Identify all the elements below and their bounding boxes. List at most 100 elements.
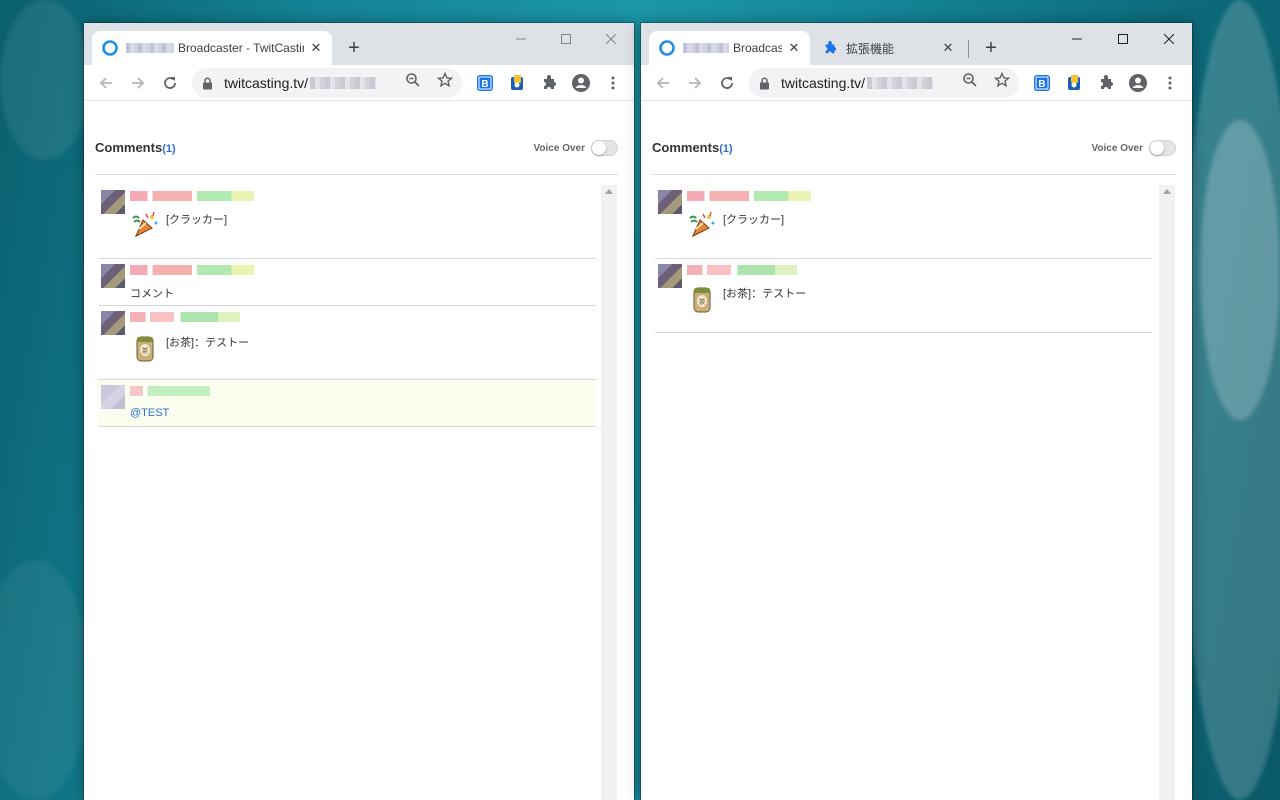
water-highlight	[0, 560, 90, 800]
comment-item: [クラッカー]	[98, 185, 596, 259]
extension-b-icon[interactable]: B	[473, 71, 497, 95]
arrow-left-icon[interactable]	[651, 71, 675, 95]
voice-over-toggle[interactable]	[1149, 140, 1176, 156]
comments-count: (1)	[719, 143, 733, 155]
voice-over-label: Voice Over	[1091, 142, 1143, 154]
browser-toolbar: twitcasting.tv/ B	[641, 65, 1192, 101]
comment-item: [クラッカー]	[655, 185, 1152, 259]
arrow-left-icon[interactable]	[94, 71, 118, 95]
puzzle-icon[interactable]	[537, 71, 561, 95]
minimize-button[interactable]	[498, 27, 544, 51]
svg-text:茶: 茶	[142, 346, 149, 355]
new-tab-button[interactable]: +	[342, 37, 366, 61]
lock-icon	[759, 76, 771, 90]
twitcasting-favicon-icon	[102, 40, 118, 56]
voice-over-control: Voice Over	[533, 140, 618, 156]
browser-window-right: Broadcaster ✕ 拡張機能 ✕ + twitcasting.tv/	[641, 23, 1192, 800]
avatar	[101, 385, 125, 409]
comment-text: [クラッカー]	[166, 214, 228, 226]
reload-icon[interactable]	[715, 71, 739, 95]
water-highlight	[0, 0, 90, 160]
scroll-up-icon[interactable]	[1163, 189, 1171, 194]
tab-twitcasting[interactable]: Broadcaster ✕	[649, 31, 810, 65]
account-icon[interactable]	[1126, 71, 1150, 95]
zoom-icon[interactable]	[402, 69, 424, 91]
tab-title: 拡張機能	[846, 41, 895, 56]
browser-toolbar: twitcasting.tv/ B	[84, 65, 634, 101]
close-window-button[interactable]	[1146, 27, 1192, 51]
username-blurred	[687, 191, 811, 201]
arrow-right-icon[interactable]	[683, 71, 707, 95]
scroll-up-icon[interactable]	[605, 189, 613, 194]
comment-text: [お茶]：テストー	[166, 337, 250, 349]
voice-over-label: Voice Over	[533, 142, 585, 154]
zoom-icon[interactable]	[959, 69, 981, 91]
tab-title-blurred	[683, 43, 729, 53]
comments-header: Comments(1) Voice Over	[652, 138, 1176, 158]
username-blurred	[130, 265, 254, 275]
comments-title: Comments	[652, 140, 720, 155]
puzzle-icon[interactable]	[1094, 71, 1118, 95]
comment-text: コメント	[130, 288, 174, 300]
avatar	[658, 264, 682, 288]
svg-text:B: B	[1038, 79, 1045, 90]
voice-over-toggle[interactable]	[591, 140, 618, 156]
comment-text: [お茶]：テストー	[723, 288, 807, 300]
cracker-icon	[130, 210, 160, 240]
tab-extensions[interactable]: 拡張機能 ✕	[812, 31, 964, 65]
close-icon[interactable]: ✕	[940, 40, 956, 56]
minimize-button[interactable]	[1054, 27, 1100, 51]
kebab-menu-icon[interactable]	[601, 71, 625, 95]
avatar	[101, 311, 125, 335]
tab-twitcasting[interactable]: Broadcaster - TwitCasting ✕	[92, 31, 332, 65]
close-window-button[interactable]	[588, 27, 634, 51]
lock-icon	[202, 76, 214, 90]
comments-header: Comments(1) Voice Over	[95, 138, 618, 158]
kebab-menu-icon[interactable]	[1158, 71, 1182, 95]
comment-item-mention: @TEST	[98, 380, 596, 427]
arrow-right-icon[interactable]	[126, 71, 150, 95]
comment-list: [クラッカー] コメント 茶 [お茶]：テストー @TEST	[98, 185, 596, 800]
url-blurred	[867, 77, 934, 89]
water-highlight	[1200, 120, 1280, 420]
avatar	[101, 264, 125, 288]
star-icon[interactable]	[991, 69, 1013, 91]
tab-title: Broadcaster	[733, 41, 782, 55]
divider	[652, 174, 1176, 175]
comment-item: 茶 [お茶]：テストー	[655, 259, 1152, 333]
scrollbar[interactable]	[601, 185, 617, 800]
extension-twitcasting-icon[interactable]	[1062, 71, 1086, 95]
account-icon[interactable]	[569, 71, 593, 95]
avatar	[658, 190, 682, 214]
new-tab-button[interactable]: +	[979, 37, 1003, 61]
tea-icon: 茶	[130, 333, 160, 363]
tab-strip: Broadcaster ✕ 拡張機能 ✕ +	[641, 23, 1192, 65]
twitcasting-favicon-icon	[659, 40, 675, 56]
scrollbar[interactable]	[1159, 185, 1175, 800]
mention-text: @TEST	[130, 407, 170, 419]
close-icon[interactable]: ✕	[786, 40, 802, 56]
url-blurred	[310, 77, 377, 89]
svg-text:茶: 茶	[699, 297, 706, 306]
comment-list: [クラッカー] 茶 [お茶]：テストー	[655, 185, 1152, 800]
extension-twitcasting-icon[interactable]	[505, 71, 529, 95]
url-text: twitcasting.tv/	[781, 75, 866, 91]
tab-strip: Broadcaster - TwitCasting ✕ +	[84, 23, 634, 65]
extension-b-icon[interactable]: B	[1030, 71, 1054, 95]
divider	[95, 174, 618, 175]
comment-text: [クラッカー]	[723, 214, 785, 226]
comments-page: Comments(1) Voice Over [クラッカー] コメント 茶 [お…	[84, 101, 634, 800]
maximize-button[interactable]	[1100, 27, 1146, 51]
reload-icon[interactable]	[158, 71, 182, 95]
star-icon[interactable]	[434, 69, 456, 91]
puzzle-icon	[822, 40, 838, 56]
comments-title: Comments	[95, 140, 163, 155]
comment-item: 茶 [お茶]：テストー	[98, 306, 596, 380]
maximize-button[interactable]	[543, 27, 589, 51]
tab-title: Broadcaster - TwitCasting	[178, 41, 304, 55]
close-icon[interactable]: ✕	[308, 40, 324, 56]
username-blurred	[687, 265, 797, 275]
comment-item: コメント	[98, 259, 596, 306]
tab-separator	[968, 40, 969, 58]
comments-page: Comments(1) Voice Over [クラッカー] 茶 [お茶]：テス…	[641, 101, 1192, 800]
